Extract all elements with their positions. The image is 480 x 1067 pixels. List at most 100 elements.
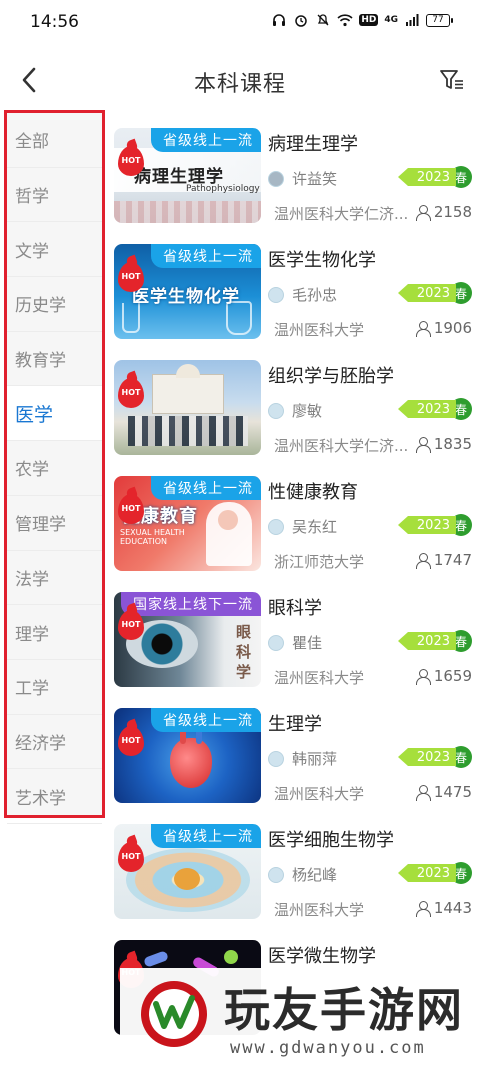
thumbnail-subcaption: Pathophysiology <box>186 184 260 194</box>
course-title[interactable]: 性健康教育 <box>268 478 358 504</box>
watermark-url: www.gdwanyou.com <box>230 1038 426 1058</box>
course-title[interactable]: 眼科学 <box>268 594 322 620</box>
enrollment-count: 1747 <box>415 551 472 569</box>
hot-badge: HOT <box>118 726 144 756</box>
school-name: 温州医科大学 <box>274 321 365 339</box>
category-item-management[interactable]: 管理学 <box>7 496 102 551</box>
category-item-philosophy[interactable]: 哲学 <box>7 168 102 223</box>
status-time: 14:56 <box>30 12 79 32</box>
category-item-history[interactable]: 历史学 <box>7 277 102 332</box>
school-name: 温州医科大学仁济... <box>274 205 409 223</box>
category-item-economics[interactable]: 经济学 <box>7 715 102 770</box>
thumbnail-subcaption: SEXUAL HEALTH EDUCATION <box>120 528 185 546</box>
person-icon <box>415 668 431 685</box>
course-thumbnail[interactable]: 省级线上一流 HOT <box>114 824 261 919</box>
school-name: 温州医科大学 <box>274 669 365 687</box>
teacher-avatar <box>268 518 284 535</box>
teacher-info: 廖敏 <box>268 400 322 421</box>
teacher-info: 许益笑 <box>268 168 337 189</box>
course-card[interactable]: 省级线上一流 HOT 生理学 韩丽萍 2023 春 温州医科大学 1475 <box>114 706 476 822</box>
category-item-agriculture[interactable]: 农学 <box>7 441 102 496</box>
course-thumbnail[interactable]: 医学生物化学 省级线上一流 HOT <box>114 244 261 339</box>
hot-badge: HOT <box>118 610 144 640</box>
teacher-avatar <box>268 866 284 883</box>
course-title[interactable]: 医学生物化学 <box>268 246 376 272</box>
teacher-info: 毛孙忠 <box>268 284 337 305</box>
course-list: 病理生理学 Pathophysiology 省级线上一流 HOT 病理生理学 许… <box>114 126 476 1054</box>
filter-button[interactable] <box>438 66 466 94</box>
hot-badge: HOT <box>118 378 144 408</box>
school-name: 浙江师范大学 <box>274 553 365 571</box>
hot-badge: HOT <box>118 146 144 176</box>
course-thumbnail[interactable]: 健康教育 SEXUAL HEALTH EDUCATION 省级线上一流 HOT <box>114 476 261 571</box>
enrollment-count: 1443 <box>415 899 472 917</box>
course-tag: 省级线上一流 <box>151 708 261 732</box>
category-item-medicine[interactable]: 医学 <box>7 386 102 442</box>
alarm-icon <box>293 12 309 28</box>
enrollment-count: 1659 <box>415 667 472 685</box>
category-item-arts[interactable]: 艺术学 <box>7 769 102 824</box>
school-name: 温州医科大学 <box>274 901 365 919</box>
course-title[interactable]: 组织学与胚胎学 <box>268 362 394 388</box>
battery-indicator: 77 <box>426 13 453 27</box>
teacher-info: 吴东红 <box>268 516 337 537</box>
person-icon <box>415 900 431 917</box>
teacher-name: 杨纪峰 <box>292 866 338 884</box>
course-card[interactable]: 眼科学 国家线上线下一流 HOT 眼科学 瞿佳 2023 春 温州医科大学 16… <box>114 590 476 706</box>
headphones-icon <box>271 12 287 28</box>
course-card[interactable]: 病理生理学 Pathophysiology 省级线上一流 HOT 病理生理学 许… <box>114 126 476 242</box>
course-card[interactable]: 省级线上一流 HOT 医学细胞生物学 杨纪峰 2023 春 温州医科大学 144… <box>114 822 476 938</box>
watermark-text: 玩友手游网 <box>224 983 464 1037</box>
teacher-name: 韩丽萍 <box>292 750 338 768</box>
year-badge: 2023 春 <box>398 398 472 420</box>
person-icon <box>415 784 431 801</box>
course-title[interactable]: 医学微生物学 <box>268 942 376 968</box>
course-thumbnail[interactable]: 眼科学 国家线上线下一流 HOT <box>114 592 261 687</box>
teacher-avatar <box>268 402 284 419</box>
course-card[interactable]: 医学生物化学 省级线上一流 HOT 医学生物化学 毛孙忠 2023 春 温州医科… <box>114 242 476 358</box>
teacher-info: 杨纪峰 <box>268 864 337 885</box>
course-tag: 省级线上一流 <box>151 824 261 848</box>
category-item-science[interactable]: 理学 <box>7 605 102 660</box>
course-thumbnail[interactable]: HOT <box>114 360 261 455</box>
enrollment-count: 1835 <box>415 435 472 453</box>
course-card[interactable]: HOT 组织学与胚胎学 廖敏 2023 春 温州医科大学仁济... 1835 <box>114 358 476 474</box>
teacher-info: 韩丽萍 <box>268 748 337 769</box>
enrollment-count: 1475 <box>415 783 472 801</box>
teacher-avatar <box>268 634 284 651</box>
wifi-icon <box>337 12 353 28</box>
hd-badge: HD <box>359 14 379 26</box>
category-item-literature[interactable]: 文学 <box>7 222 102 278</box>
year-badge: 2023 春 <box>398 166 472 188</box>
hot-badge: HOT <box>118 842 144 872</box>
mute-icon <box>315 12 331 28</box>
course-tag: 省级线上一流 <box>151 128 261 152</box>
teacher-info: 瞿佳 <box>268 632 322 653</box>
category-item-all[interactable]: 全部 <box>7 113 102 168</box>
year-badge: 2023 春 <box>398 282 472 304</box>
course-thumbnail[interactable]: 省级线上一流 HOT <box>114 708 261 803</box>
course-title[interactable]: 生理学 <box>268 710 322 736</box>
teacher-avatar <box>268 170 284 187</box>
status-icons: HD 4G 77 <box>271 12 453 28</box>
enrollment-count: 2158 <box>415 203 472 221</box>
course-title[interactable]: 病理生理学 <box>268 130 358 156</box>
enrollment-count: 1906 <box>415 319 472 337</box>
category-item-engineering[interactable]: 工学 <box>7 660 102 715</box>
watermark-logo-icon <box>141 981 207 1047</box>
course-title[interactable]: 医学细胞生物学 <box>268 826 394 852</box>
course-tag: 省级线上一流 <box>151 244 261 268</box>
teacher-avatar <box>268 286 284 303</box>
filter-icon <box>440 70 463 89</box>
year-badge: 2023 春 <box>398 514 472 536</box>
category-item-education[interactable]: 教育学 <box>7 332 102 387</box>
hot-badge: HOT <box>118 494 144 524</box>
teacher-name: 吴东红 <box>292 518 338 536</box>
person-icon <box>415 320 431 337</box>
category-item-law[interactable]: 法学 <box>7 551 102 606</box>
course-thumbnail[interactable]: 病理生理学 Pathophysiology 省级线上一流 HOT <box>114 128 261 223</box>
page-title: 本科课程 <box>193 72 286 97</box>
watermark-banner: 玩友手游网 www.gdwanyou.com <box>120 968 480 1067</box>
course-card[interactable]: 健康教育 SEXUAL HEALTH EDUCATION 省级线上一流 HOT … <box>114 474 476 590</box>
teacher-name: 瞿佳 <box>292 634 323 652</box>
